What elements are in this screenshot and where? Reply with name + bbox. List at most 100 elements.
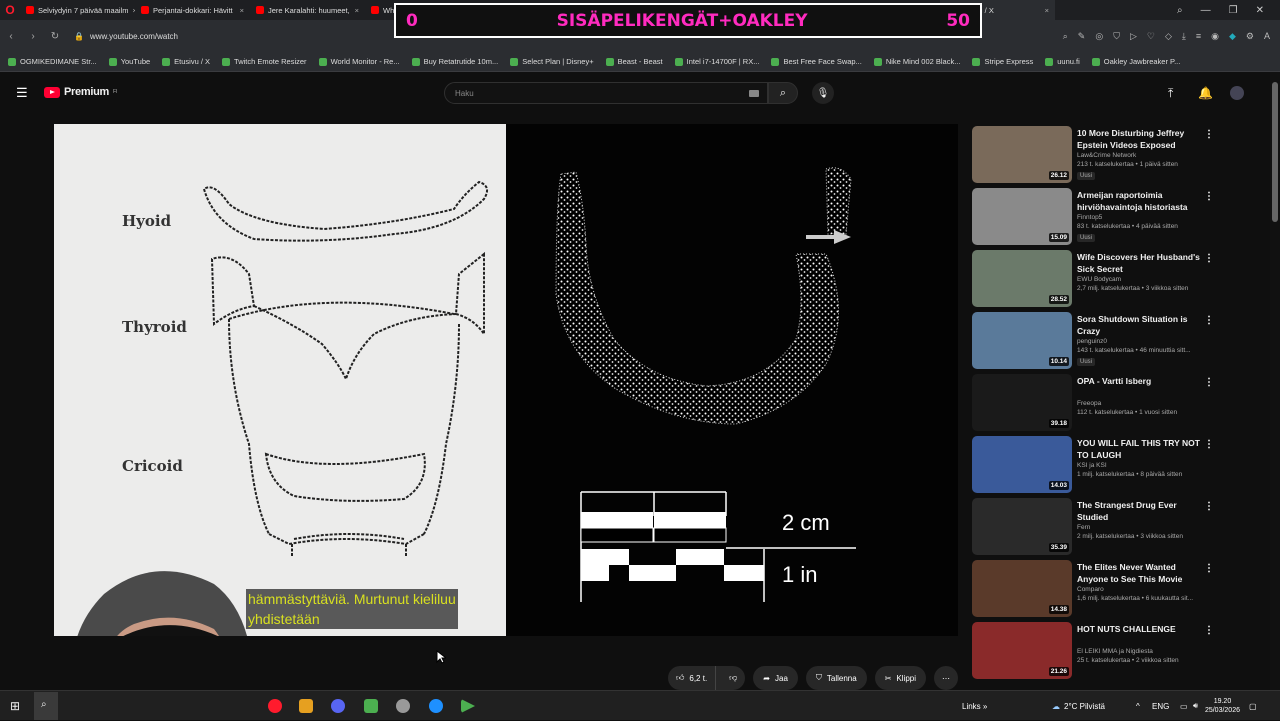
video-thumbnail[interactable]: 10.14	[972, 312, 1072, 369]
more-options-icon[interactable]: ⋮	[1204, 377, 1214, 388]
keyboard-icon[interactable]	[749, 90, 759, 97]
account-avatar[interactable]	[1230, 86, 1244, 100]
recommended-video[interactable]: 39.18 OPA - Vartti Isberg Freeopa 112 t. ka…	[972, 374, 1222, 432]
video-thumbnail[interactable]: 14.38	[972, 560, 1072, 617]
windows-start-icon[interactable]: ⊞	[10, 699, 20, 713]
scrollbar-thumb[interactable]	[1272, 82, 1278, 222]
recommended-video-title[interactable]: OPA - Vartti Isberg	[1077, 376, 1202, 388]
video-thumbnail[interactable]: 21.26	[972, 622, 1072, 679]
clip-button[interactable]: ✂ Klippi	[874, 666, 926, 690]
url-field[interactable]: 🔒 www.youtube.com/watch	[74, 32, 178, 41]
reload-icon[interactable]: ↻	[44, 31, 66, 42]
back-icon[interactable]: ‹	[0, 31, 22, 42]
play-icon[interactable]: ▷	[1130, 31, 1137, 42]
tab-close-icon[interactable]: ×	[240, 6, 244, 15]
recommended-video-title[interactable]: Wife Discovers Her Husband's Sick Secret	[1077, 252, 1202, 275]
recommended-video-title[interactable]: Armeijan raportoimia hirviöhavaintoja hi…	[1077, 190, 1202, 213]
video-thumbnail[interactable]: 14.03	[972, 436, 1072, 493]
video-player[interactable]: Hyoid Thyroid Cricoid 2 cm 1 in hämmästy…	[54, 124, 958, 636]
channel-name[interactable]: KSI ja KSI	[1077, 462, 1107, 469]
dislike-button[interactable]: 👎︎	[721, 673, 745, 683]
heart-icon[interactable]: ♡	[1147, 31, 1155, 42]
more-options-icon[interactable]: ⋮	[1204, 501, 1214, 512]
system-clock[interactable]: 19.20 25/03/2026	[1205, 697, 1240, 715]
bookmark-item[interactable]: World Monitor - Re...	[318, 57, 400, 66]
discord-taskbar-icon[interactable]	[331, 699, 345, 713]
video-thumbnail[interactable]: 28.52	[972, 250, 1072, 307]
recommended-video[interactable]: 28.52 Wife Discovers Her Husband's Sick S…	[972, 250, 1222, 308]
channel-name[interactable]: Comparo	[1077, 586, 1104, 593]
recommended-video-title[interactable]: The Strangest Drug Ever Studied	[1077, 500, 1202, 523]
channel-name[interactable]: El LEIKI MMA ja Nigdiesta	[1077, 648, 1153, 655]
share-button[interactable]: ➦ Jaa	[753, 666, 798, 690]
channel-name[interactable]: Freeopa	[1077, 400, 1101, 407]
search-button[interactable]: ⌕	[768, 82, 798, 104]
channel-name[interactable]: EWU Bodycam	[1077, 276, 1121, 283]
bookmark-item[interactable]: uunu.fi	[1045, 57, 1080, 66]
recommended-video[interactable]: 14.38 The Elites Never Wanted Anyone to S…	[972, 560, 1222, 618]
recommended-video-title[interactable]: 10 More Disturbing Jeffrey Epstein Video…	[1077, 128, 1202, 151]
video-thumbnail[interactable]: 15.09	[972, 188, 1072, 245]
bookmark-item[interactable]: Beast - Beast	[605, 57, 663, 66]
more-options-icon[interactable]: ⋮	[1204, 563, 1214, 574]
input-language[interactable]: ENG	[1152, 691, 1169, 721]
more-options-icon[interactable]: ⋮	[1204, 129, 1214, 140]
bookmark-item[interactable]: Buy Retatrutide 10m...	[411, 57, 498, 66]
opera-taskbar-icon[interactable]	[268, 699, 282, 713]
notification-center-icon[interactable]: ▢	[1249, 691, 1257, 721]
youtube-premium-logo[interactable]: Premium FI	[44, 86, 117, 98]
search-taskbar-button[interactable]: ⌕	[34, 692, 58, 720]
edit-icon[interactable]: ✎	[1078, 31, 1086, 42]
more-options-icon[interactable]: ⋮	[1204, 625, 1214, 636]
bookmark-item[interactable]: Select Plan | Disney+	[510, 57, 594, 66]
bookmark-item[interactable]: YouTube	[108, 57, 150, 66]
page-scrollbar[interactable]	[1270, 72, 1280, 690]
recommended-video-title[interactable]: HOT NUTS CHALLENGE	[1077, 624, 1202, 636]
tab-close-icon[interactable]: ×	[355, 6, 359, 15]
search-input[interactable]: Haku	[444, 82, 768, 104]
bookmark-item[interactable]: OGMIKEDIMANE Str...	[8, 57, 97, 66]
links-toolbar[interactable]: Links »	[962, 691, 987, 721]
opera-logo-icon[interactable]: O	[0, 0, 20, 20]
bookmark-item[interactable]: Stripe Express	[972, 57, 1033, 66]
app-taskbar-icon[interactable]	[364, 699, 378, 713]
weather-widget[interactable]: ☁ 2°C Pilvistä	[1052, 691, 1105, 721]
channel-name[interactable]: Finntop5	[1077, 214, 1102, 221]
volume-icon[interactable]: 🔊︎	[1193, 691, 1198, 721]
more-options-icon[interactable]: ⋮	[1204, 439, 1214, 450]
recommended-video[interactable]: 26.12 10 More Disturbing Jeffrey Epstein …	[972, 126, 1222, 184]
minimize-button[interactable]: —	[1201, 5, 1211, 16]
bookmark-item[interactable]: Twitch Emote Resizer	[222, 57, 307, 66]
download-icon[interactable]: ⤓	[1182, 31, 1186, 42]
edge-taskbar-icon[interactable]	[429, 699, 443, 713]
zoom-icon[interactable]: ⌕	[1063, 31, 1068, 42]
recommended-video[interactable]: 21.26 HOT NUTS CHALLENGE El LEIKI MMA ja N…	[972, 622, 1222, 680]
more-options-icon[interactable]: ⋮	[1204, 253, 1214, 264]
forward-icon[interactable]: ›	[22, 31, 44, 42]
bookmark-item[interactable]: Intel i7-14700F | RX...	[674, 57, 759, 66]
channel-name[interactable]: Law&Crime Network	[1077, 152, 1136, 159]
bookmark-item[interactable]: Etusivu / X	[162, 57, 210, 66]
bookmark-item[interactable]: Oakley Jawbreaker P...	[1091, 57, 1180, 66]
menu-icon[interactable]: ≡	[1196, 31, 1201, 41]
browser-tab[interactable]: Selviydyin 7 päivää maailm ×	[20, 0, 135, 20]
camera-icon[interactable]: ◎	[1095, 31, 1103, 42]
voice-search-button[interactable]: 🎙	[812, 82, 834, 104]
recommended-video-title[interactable]: The Elites Never Wanted Anyone to See Th…	[1077, 562, 1202, 585]
shield-taskbar-icon[interactable]	[396, 699, 410, 713]
tab-close-icon[interactable]: ×	[1045, 6, 1049, 15]
recommended-video[interactable]: 35.39 The Strangest Drug Ever Studied Fern…	[972, 498, 1222, 556]
recommended-video[interactable]: 15.09 Armeijan raportoimia hirviöhavainto…	[972, 188, 1222, 246]
recommended-video[interactable]: 14.03 YOU WILL FAIL THIS TRY NOT TO LAUGH…	[972, 436, 1222, 494]
ai-icon[interactable]: A	[1264, 31, 1270, 41]
close-window-button[interactable]: ✕	[1256, 5, 1264, 16]
bookmark-item[interactable]: Nike Mind 002 Black...	[873, 57, 960, 66]
browser-tab[interactable]: Jere Karalahti: huumeet, ×	[250, 0, 365, 20]
browser-tab[interactable]: Perjantai-dokkari: Hävitt ×	[135, 0, 250, 20]
hamburger-menu-icon[interactable]: ☰	[16, 86, 28, 99]
video-thumbnail[interactable]: 26.12	[972, 126, 1072, 183]
video-thumbnail[interactable]: 39.18	[972, 374, 1072, 431]
recommended-video-title[interactable]: Sora Shutdown Situation is Crazy	[1077, 314, 1202, 337]
recommended-video[interactable]: 10.14 Sora Shutdown Situation is Crazy pen…	[972, 312, 1222, 370]
settings-icon[interactable]: ⚙	[1246, 31, 1254, 42]
